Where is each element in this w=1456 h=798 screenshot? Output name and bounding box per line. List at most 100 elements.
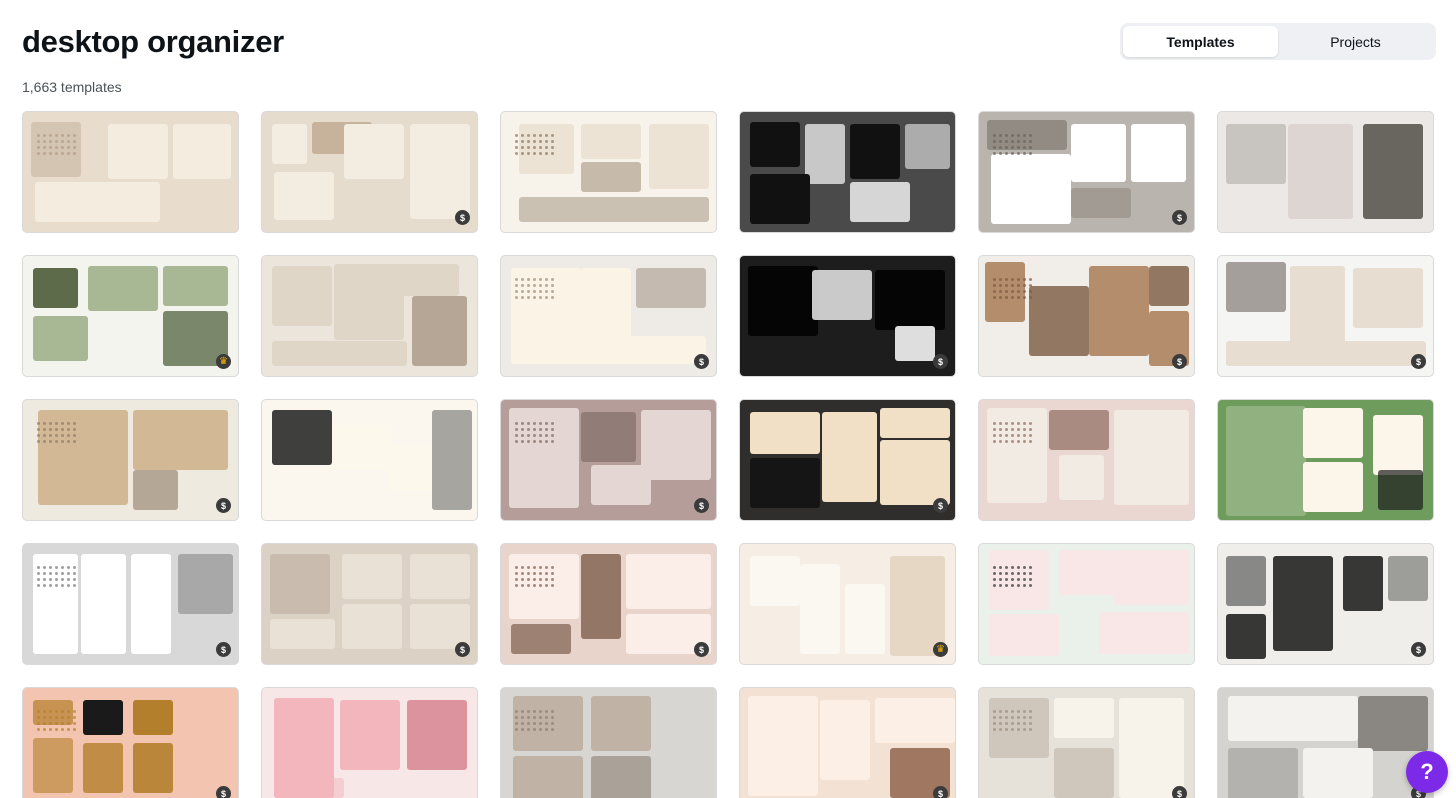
dollar-icon: $ bbox=[455, 210, 470, 225]
thumbnail-calendar bbox=[37, 278, 76, 299]
thumbnail-panel bbox=[1054, 698, 1114, 738]
thumbnail-panel bbox=[991, 154, 1071, 224]
thumbnail-panel bbox=[131, 554, 171, 654]
thumbnail-panel bbox=[81, 554, 126, 654]
template-card[interactable]: $ bbox=[1217, 543, 1434, 665]
template-card[interactable] bbox=[500, 687, 717, 798]
thumbnail-panel bbox=[1131, 124, 1186, 182]
template-card[interactable]: $ bbox=[500, 399, 717, 521]
template-card[interactable]: $ bbox=[1217, 255, 1434, 377]
dollar-icon: $ bbox=[216, 642, 231, 657]
tab-projects[interactable]: Projects bbox=[1278, 26, 1433, 57]
tab-templates[interactable]: Templates bbox=[1123, 26, 1278, 57]
thumbnail-panel bbox=[1343, 556, 1383, 611]
template-card[interactable]: $ bbox=[500, 543, 717, 665]
template-card[interactable] bbox=[739, 111, 956, 233]
template-card[interactable]: $ bbox=[739, 255, 956, 377]
template-thumbnail bbox=[1218, 256, 1433, 376]
thumbnail-calendar bbox=[993, 278, 1032, 299]
thumbnail-panel bbox=[750, 412, 820, 454]
template-thumbnail bbox=[262, 544, 477, 664]
template-card[interactable]: $ bbox=[978, 255, 1195, 377]
thumbnail-calendar bbox=[993, 134, 1032, 155]
thumbnail-panel bbox=[880, 440, 950, 505]
thumbnail-panel bbox=[581, 554, 621, 639]
template-card[interactable]: $ bbox=[22, 543, 239, 665]
template-card[interactable] bbox=[1217, 399, 1434, 521]
dollar-icon: $ bbox=[694, 642, 709, 657]
help-button[interactable]: ? bbox=[1406, 751, 1448, 793]
thumbnail-panel bbox=[1273, 556, 1333, 651]
thumbnail-panel bbox=[272, 341, 407, 366]
thumbnail-panel bbox=[581, 162, 641, 192]
template-thumbnail bbox=[501, 544, 716, 664]
template-thumbnail bbox=[979, 400, 1194, 520]
thumbnail-panel bbox=[1071, 124, 1126, 182]
thumbnail-calendar bbox=[993, 422, 1032, 443]
template-card[interactable] bbox=[978, 399, 1195, 521]
thumbnail-panel bbox=[1089, 266, 1149, 356]
thumbnail-panel bbox=[591, 696, 651, 751]
thumbnail-panel bbox=[1363, 124, 1423, 219]
template-thumbnail bbox=[979, 256, 1194, 376]
thumbnail-panel bbox=[591, 465, 651, 505]
template-card[interactable]: $ bbox=[739, 399, 956, 521]
thumbnail-panel bbox=[108, 124, 168, 179]
thumbnail-panel bbox=[1226, 556, 1266, 606]
template-card[interactable]: ♛ bbox=[22, 255, 239, 377]
template-card[interactable]: ♛ bbox=[739, 543, 956, 665]
template-thumbnail bbox=[1218, 544, 1433, 664]
thumbnail-panel bbox=[274, 172, 334, 220]
template-card[interactable]: $ bbox=[978, 687, 1195, 798]
dollar-icon: $ bbox=[694, 498, 709, 513]
thumbnail-panel bbox=[178, 554, 233, 614]
template-card[interactable]: $ bbox=[261, 543, 478, 665]
thumbnail-panel bbox=[1290, 266, 1345, 346]
thumbnail-panel bbox=[905, 124, 950, 169]
crown-icon: ♛ bbox=[933, 642, 948, 657]
thumbnail-panel bbox=[340, 700, 400, 770]
thumbnail-calendar bbox=[37, 710, 76, 731]
template-card[interactable]: $ bbox=[978, 111, 1195, 233]
thumbnail-panel bbox=[1228, 696, 1358, 741]
template-card[interactable] bbox=[22, 111, 239, 233]
thumbnail-panel bbox=[750, 122, 800, 167]
thumbnail-calendar bbox=[37, 422, 76, 443]
thumbnail-panel bbox=[1114, 550, 1189, 605]
thumbnail-panel bbox=[581, 412, 636, 462]
template-card[interactable]: $ bbox=[22, 399, 239, 521]
template-thumbnail bbox=[740, 112, 955, 232]
template-card[interactable]: $ bbox=[1217, 687, 1434, 798]
template-card[interactable] bbox=[261, 687, 478, 798]
template-thumbnail bbox=[1218, 400, 1433, 520]
thumbnail-panel bbox=[845, 584, 885, 654]
template-thumbnail bbox=[740, 400, 955, 520]
template-card[interactable]: $ bbox=[22, 687, 239, 798]
template-card[interactable] bbox=[261, 399, 478, 521]
thumbnail-panel bbox=[989, 614, 1059, 656]
template-card[interactable]: $ bbox=[261, 111, 478, 233]
thumbnail-panel bbox=[272, 124, 307, 164]
thumbnail-panel bbox=[387, 445, 432, 490]
thumbnail-calendar bbox=[515, 422, 554, 443]
thumbnail-panel bbox=[895, 326, 935, 361]
thumbnail-panel bbox=[272, 410, 332, 465]
template-card[interactable] bbox=[978, 543, 1195, 665]
template-thumbnail bbox=[23, 112, 238, 232]
template-card[interactable]: $ bbox=[739, 687, 956, 798]
thumbnail-panel bbox=[1059, 455, 1104, 500]
thumbnail-calendar bbox=[515, 278, 554, 299]
thumbnail-panel bbox=[407, 700, 467, 770]
thumbnail-panel bbox=[1378, 470, 1423, 510]
thumbnail-calendar bbox=[993, 710, 1032, 731]
thumbnail-panel bbox=[270, 619, 335, 649]
template-card[interactable] bbox=[1217, 111, 1434, 233]
template-thumbnail bbox=[501, 688, 716, 798]
template-card[interactable]: $ bbox=[500, 255, 717, 377]
thumbnail-panel bbox=[511, 624, 571, 654]
template-thumbnail bbox=[262, 688, 477, 798]
thumbnail-panel bbox=[513, 756, 583, 798]
template-card[interactable] bbox=[261, 255, 478, 377]
template-card[interactable] bbox=[500, 111, 717, 233]
template-thumbnail bbox=[740, 544, 955, 664]
